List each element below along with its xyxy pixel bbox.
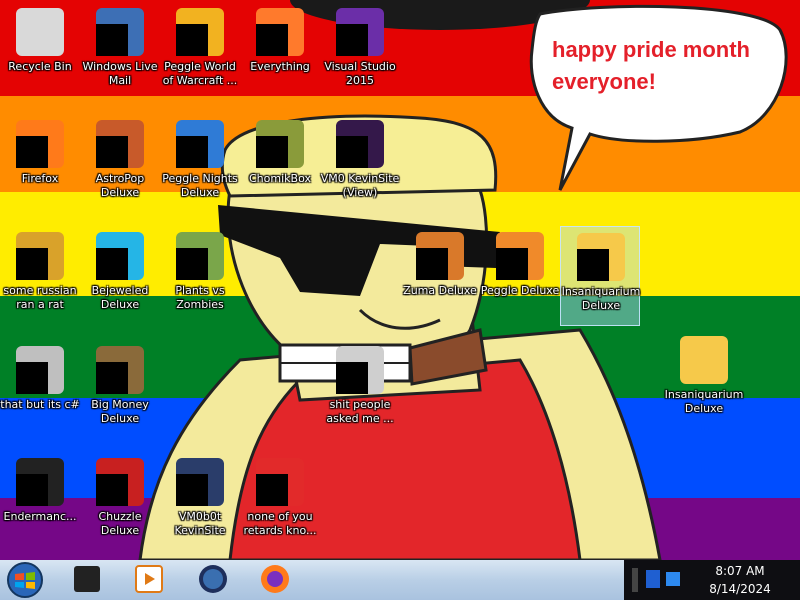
desktop-icon-label: Chuzzle Deluxe [98, 510, 142, 537]
redaction-box [96, 474, 128, 506]
taskbar-firefox-button[interactable] [250, 562, 300, 598]
fish-icon [680, 336, 728, 384]
redaction-box [96, 362, 128, 394]
tray-network-icon [666, 572, 680, 586]
tray-overflow-icon [632, 568, 638, 592]
desktop-icon[interactable]: Bejeweled Deluxe [80, 226, 160, 326]
tray-app-icon [646, 570, 660, 588]
redaction-box [96, 24, 128, 56]
desktop-icon-label: VM0 KevinSite (View) [320, 172, 400, 199]
desktop-icon-label: none of you retards kno... [243, 510, 317, 537]
clock-time[interactable]: 8:07 AM [690, 564, 790, 578]
desktop-icon-label: Insaniquarium Deluxe [664, 388, 744, 415]
speech-bubble-text: happy pride month everyone! [552, 37, 750, 94]
redaction-box [16, 248, 48, 280]
redaction-box [176, 474, 208, 506]
desktop-icon[interactable]: Peggle World of Warcraft ... [160, 2, 240, 102]
redaction-box [577, 249, 609, 281]
redaction-box [176, 136, 208, 168]
desktop-icon-label: that but its c# [0, 398, 80, 411]
desktop-icon-label: Bejeweled Deluxe [91, 284, 149, 311]
redaction-box [256, 474, 288, 506]
desktop-icon[interactable]: Big Money Deluxe [80, 340, 160, 440]
desktop-icon-label: shit people asked me ... [326, 398, 394, 425]
desktop-icon-label: Peggle Deluxe [480, 284, 560, 297]
desktop-icon[interactable]: VM0b0t KevinSite [160, 452, 240, 552]
redaction-box [336, 24, 368, 56]
desktop-icon[interactable]: Peggle Deluxe [480, 226, 560, 326]
recycle-bin-icon [16, 8, 64, 56]
desktop-icon-label: Insaniquarium Deluxe [561, 285, 641, 312]
desktop-icon[interactable]: Endermanc... [0, 452, 80, 552]
redaction-box [16, 136, 48, 168]
desktop-icon[interactable]: Insaniquarium Deluxe [664, 330, 744, 430]
clock-date[interactable]: 8/14/2024 [690, 582, 790, 596]
redaction-box [16, 474, 48, 506]
taskbar-folder-button[interactable] [62, 562, 112, 598]
desktop-icon[interactable]: Everything [240, 2, 320, 102]
desktop-icon[interactable]: none of you retards kno... [240, 452, 320, 552]
taskbar [0, 560, 800, 600]
redaction-box [336, 362, 368, 394]
desktop-icon[interactable]: Windows Live Mail [80, 2, 160, 102]
desktop[interactable]: happy pride month everyone! Recycle Bin W… [0, 0, 800, 560]
desktop-icon-label: some russian ran a rat [3, 284, 77, 311]
desktop-icon-label: Zuma Deluxe [403, 284, 477, 297]
desktop-icon[interactable]: AstroPop Deluxe [80, 114, 160, 214]
desktop-icon[interactable]: Chuzzle Deluxe [80, 452, 160, 552]
start-button[interactable] [4, 560, 46, 600]
redaction-box [496, 248, 528, 280]
desktop-icon-label: Firefox [21, 172, 59, 185]
taskbar-globe-button[interactable] [188, 562, 238, 598]
folder-icon [74, 566, 100, 592]
redaction-box [96, 136, 128, 168]
desktop-icon-label: Windows Live Mail [82, 60, 158, 87]
desktop-icon-label: ChomikBox [249, 172, 311, 185]
desktop-icon[interactable]: Insaniquarium Deluxe [560, 226, 640, 326]
desktop-icon-label: Everything [250, 60, 310, 73]
desktop-icon[interactable]: that but its c# [0, 340, 80, 440]
desktop-icon-label: Peggle World of Warcraft ... [162, 60, 238, 87]
desktop-icon-label: Endermanc... [3, 510, 77, 523]
desktop-icon[interactable]: shit people asked me ... [320, 340, 400, 440]
desktop-icon-label: Visual Studio 2015 [324, 60, 396, 87]
desktop-icon-label: Peggle Nights Deluxe [162, 172, 238, 199]
redaction-box [336, 136, 368, 168]
desktop-icon[interactable]: some russian ran a rat [0, 226, 80, 326]
desktop-icon-label: VM0b0t KevinSite [174, 510, 226, 537]
redaction-box [176, 24, 208, 56]
desktop-icon[interactable]: ChomikBox [240, 114, 320, 214]
desktop-icon[interactable]: VM0 KevinSite (View) [320, 114, 400, 214]
redaction-box [96, 248, 128, 280]
redaction-box [256, 24, 288, 56]
redaction-box [16, 362, 48, 394]
desktop-icon-label: Recycle Bin [8, 60, 72, 73]
desktop-icon[interactable]: Recycle Bin [0, 2, 80, 102]
desktop-icon-label: Big Money Deluxe [91, 398, 149, 425]
redaction-box [416, 248, 448, 280]
desktop-icon[interactable]: Peggle Nights Deluxe [160, 114, 240, 214]
desktop-icon[interactable]: Zuma Deluxe [400, 226, 480, 326]
desktop-icon[interactable]: Plants vs Zombies [160, 226, 240, 326]
redaction-box [256, 136, 288, 168]
desktop-icon[interactable]: Visual Studio 2015 [320, 2, 400, 102]
redaction-box [176, 248, 208, 280]
taskbar-media-player-button[interactable] [124, 562, 174, 598]
desktop-icon[interactable]: Firefox [0, 114, 80, 214]
desktop-icon-label: AstroPop Deluxe [95, 172, 145, 199]
desktop-icon-label: Plants vs Zombies [175, 284, 225, 311]
